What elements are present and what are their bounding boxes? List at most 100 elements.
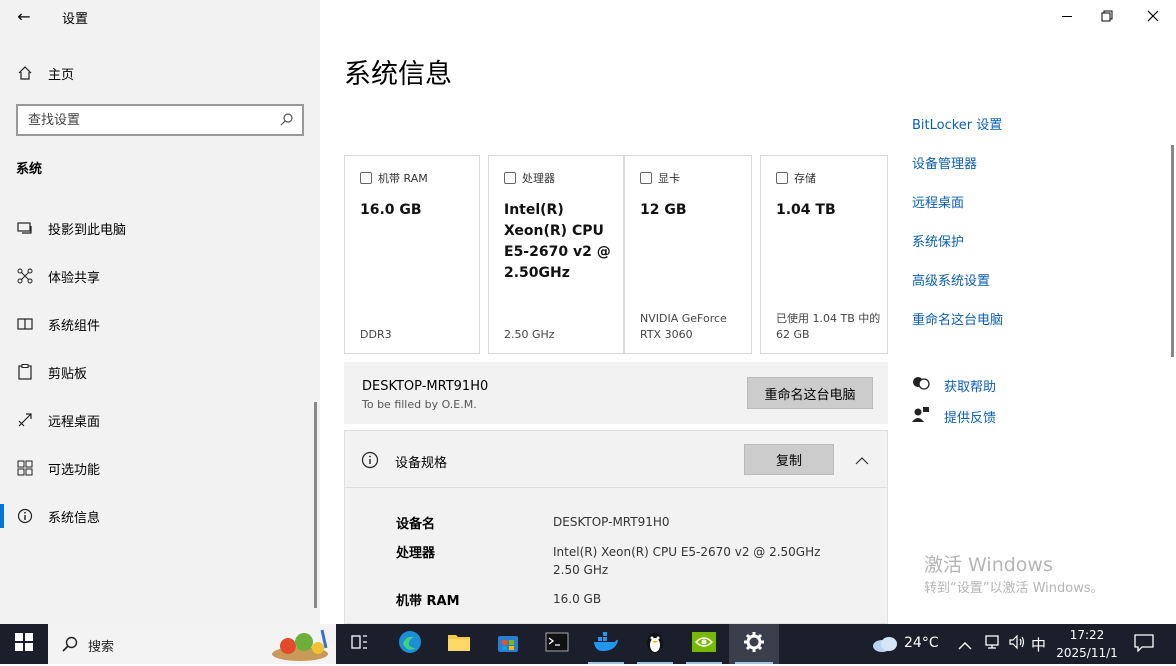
speaker-icon [1008,634,1026,654]
sidebar-item-projection[interactable]: 投影到此电脑 [0,208,320,248]
info-icon [361,451,379,473]
gpu-card: 显卡 12 GB NVIDIA GeForce RTX 3060 [624,155,752,354]
spec-value-secondary: 2.50 GHz [553,563,609,577]
card-value: Intel(R) Xeon(R) CPU E5-2670 v2 @ 2.50GH… [504,202,611,281]
nvidia-app[interactable] [680,624,728,664]
spec-label: 设备名 [396,517,436,532]
notification-icon [1134,634,1154,656]
card-label: 显卡 [658,172,680,185]
back-button[interactable]: ← [12,4,36,28]
search-input[interactable] [26,111,266,129]
card-sub: NVIDIA GeForce RTX 3060 [640,312,727,341]
link-rename-pc[interactable]: 重命名这台电脑 [912,309,1003,328]
sidebar-item-about[interactable]: 系统信息 [0,496,320,536]
clock-time: 17:22 [1069,628,1105,642]
spec-value: 16.0 GB [553,592,602,606]
projector-icon [16,219,34,237]
link-advanced-settings[interactable]: 高级系统设置 [912,270,990,289]
sidebar-item-label: 剪贴板 [48,366,88,382]
sidebar-item-label: 可选功能 [48,462,101,478]
card-sub: 已使用 1.04 TB 中的 62 GB [776,312,881,341]
feedback-icon [912,406,930,428]
minimize-icon [1062,15,1072,17]
sidebar-item-label: 远程桌面 [48,414,101,430]
link-bitlocker[interactable]: BitLocker 设置 [912,114,1002,133]
spec-value: Intel(R) Xeon(R) CPU E5-2670 v2 @ 2.50GH… [553,545,821,559]
specs-header[interactable]: 设备规格 复制 [345,431,887,488]
edge-app[interactable] [386,624,434,664]
sidebar-item-remote-desktop[interactable]: 远程桌面 [0,400,320,440]
main-scrollbar[interactable] [1171,145,1174,357]
spec-label: 处理器 [396,546,436,561]
volume-button[interactable] [1008,634,1026,654]
close-icon [1147,7,1159,26]
pc-name-panel: DESKTOP-MRT91H0 To be filled by O.E.M. 重… [344,362,888,424]
spec-label: 机带 RAM [396,594,460,609]
taskbar-search-label: 搜索 [88,640,115,655]
sidebar-home-label: 主页 [48,67,75,83]
task-view-icon [351,634,369,654]
taskbar-search[interactable]: 搜索 [48,624,336,664]
notifications-button[interactable] [1134,634,1154,656]
ram-icon [360,172,372,184]
section-heading: 系统 [16,162,43,177]
maximize-button[interactable] [1084,0,1130,32]
chevron-up-icon[interactable] [855,451,869,470]
settings-app[interactable] [729,624,779,664]
pc-oem: To be filled by O.E.M. [362,398,477,411]
sidebar-item-home[interactable]: 主页 [0,53,320,93]
network-button[interactable] [984,634,1002,654]
card-sub: DDR3 [360,328,392,341]
sidebar-item-label: 体验共享 [48,270,101,286]
edge-icon [398,630,422,658]
link-remote-desktop[interactable]: 远程桌面 [912,192,964,211]
sidebar-item-optional-features[interactable]: 可选功能 [0,448,320,488]
network-icon [984,635,1002,654]
card-sub: 2.50 GHz [504,328,555,341]
sidebar-item-label: 系统信息 [48,510,101,526]
pc-name: DESKTOP-MRT91H0 [362,379,489,394]
rename-pc-button[interactable]: 重命名这台电脑 [747,377,873,409]
clock[interactable]: 17:22 2025/11/1 [1052,626,1122,664]
sidebar-item-components[interactable]: 系统组件 [0,304,320,344]
copy-button[interactable]: 复制 [744,444,834,475]
card-label: 机带 RAM [378,172,428,185]
sidebar-item-share[interactable]: 体验共享 [0,256,320,296]
store-app[interactable] [484,624,532,664]
sidebar-item-label: 系统组件 [48,318,101,334]
task-view-button[interactable] [336,624,384,664]
share-icon [16,267,34,285]
sidebar: ← 设置 主页 系统 投影到此电脑 体验共享 系统组件 剪 [0,0,320,624]
show-hidden-icons-button[interactable] [958,636,972,655]
search-box[interactable] [16,104,304,136]
qq-app[interactable] [631,624,679,664]
components-icon [16,315,34,333]
nvidia-icon [692,632,716,656]
page-title: 系统信息 [344,59,452,90]
storage-icon [776,172,788,184]
clock-date: 2025/11/1 [1056,646,1118,660]
feedback-label: 提供反馈 [944,411,997,426]
sidebar-item-clipboard[interactable]: 剪贴板 [0,352,320,392]
docker-app[interactable] [582,624,630,664]
get-help-label: 获取帮助 [944,380,997,395]
close-button[interactable] [1130,0,1176,32]
activation-watermark-subtitle: 转到“设置”以激活 Windows。 [924,581,1104,596]
card-value: 12 GB [640,202,687,218]
storage-card: 存储 1.04 TB 已使用 1.04 TB 中的 62 GB [760,155,888,354]
windows-logo-icon [15,633,33,655]
terminal-app[interactable] [533,624,581,664]
restore-icon [1101,7,1113,26]
sidebar-scrollbar[interactable] [314,402,317,608]
weather-temp: 24°C [904,635,939,651]
window-title: 设置 [62,12,89,27]
card-label: 存储 [794,172,816,185]
link-device-manager[interactable]: 设备管理器 [912,153,977,172]
file-explorer-app[interactable] [435,624,483,664]
spec-value: DESKTOP-MRT91H0 [553,515,670,529]
ime-indicator[interactable]: 中 [1031,634,1046,655]
start-button[interactable] [0,624,48,664]
search-highlight-art [270,628,332,662]
link-system-protection[interactable]: 系统保护 [912,231,964,250]
weather-widget[interactable]: 24°C [870,624,950,664]
